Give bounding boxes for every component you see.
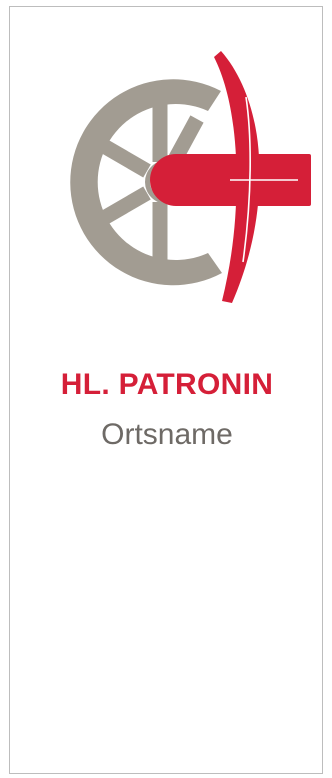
- banner-card: HL. PATRONIN Ortsname: [9, 6, 323, 774]
- parish-logo: [70, 51, 311, 303]
- banner-subtitle: Ortsname: [101, 418, 233, 451]
- banner-title: HL. PATRONIN: [60, 368, 274, 401]
